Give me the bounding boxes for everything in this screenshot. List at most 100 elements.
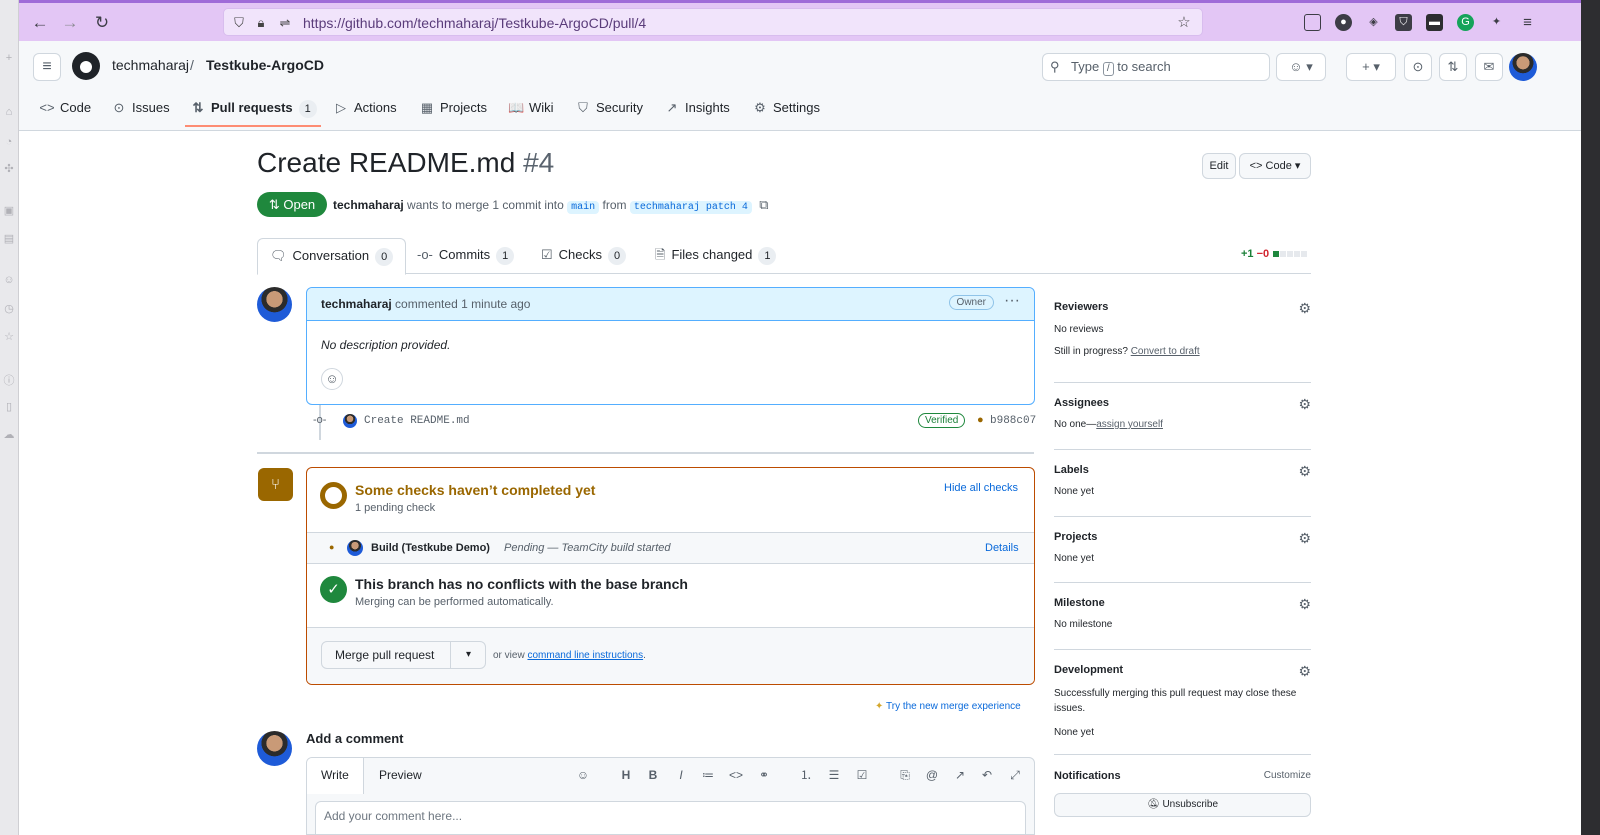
grammarly-icon[interactable]: G bbox=[1457, 14, 1474, 31]
labels-title[interactable]: Labels bbox=[1054, 464, 1089, 476]
code-icon[interactable]: <> bbox=[728, 767, 744, 783]
gear-icon[interactable]: ⚙ bbox=[1298, 463, 1311, 480]
pull-requests-icon[interactable]: ⇅ bbox=[1439, 53, 1467, 81]
create-new-button[interactable]: + ▾ bbox=[1346, 53, 1396, 81]
nav-issues[interactable]: ⊙ Issues bbox=[111, 96, 170, 132]
nav-settings[interactable]: ⚙ Settings bbox=[752, 96, 820, 132]
github-logo-icon[interactable] bbox=[72, 52, 100, 80]
dock-home-icon[interactable]: ⌂ bbox=[2, 106, 16, 120]
dock-card-icon[interactable]: ▤ bbox=[2, 232, 16, 246]
development-title[interactable]: Development bbox=[1054, 664, 1123, 676]
reference-icon[interactable]: ↗ bbox=[952, 767, 968, 783]
hamburger-menu-icon[interactable]: ≡ bbox=[33, 53, 61, 81]
commit-message[interactable]: Create README.md bbox=[364, 415, 470, 427]
bold-icon[interactable]: B bbox=[645, 767, 661, 783]
comment-time[interactable]: 1 minute ago bbox=[461, 297, 530, 311]
dock-cloud-icon[interactable]: ☁ bbox=[2, 428, 16, 442]
assignees-title[interactable]: Assignees bbox=[1054, 397, 1109, 409]
search-input[interactable]: ⚲ Type / to search bbox=[1042, 53, 1270, 81]
url-text[interactable]: https://github.com/techmaharaj/Testkube-… bbox=[303, 15, 646, 31]
repo-link[interactable]: Testkube-ArgoCD bbox=[206, 57, 324, 73]
user-avatar[interactable] bbox=[1509, 53, 1537, 81]
nav-insights[interactable]: ↗ Insights bbox=[664, 96, 730, 132]
task-list-icon[interactable]: ☑ bbox=[854, 767, 870, 783]
projects-title[interactable]: Projects bbox=[1054, 531, 1097, 543]
pr-author-link[interactable]: techmaharaj bbox=[333, 198, 404, 212]
write-tab[interactable]: Write bbox=[307, 758, 364, 794]
permissions-icon[interactable]: ⇌ bbox=[277, 15, 293, 31]
dock-camera-icon[interactable]: ▣ bbox=[2, 204, 16, 218]
nav-projects[interactable]: ▦ Projects bbox=[419, 96, 487, 132]
dock-people-icon[interactable]: ☺ bbox=[2, 274, 16, 288]
dock-bell-icon[interactable]: ◔ bbox=[2, 136, 16, 150]
issues-icon[interactable]: ⊙ bbox=[1404, 53, 1432, 81]
inbox-icon[interactable]: ✉ bbox=[1475, 53, 1503, 81]
menu-icon[interactable]: ≡ bbox=[1519, 14, 1536, 31]
commit-author-avatar[interactable] bbox=[343, 414, 357, 428]
comment-textarea[interactable]: Add your comment here... bbox=[315, 801, 1026, 834]
dock-nodes-icon[interactable]: ✣ bbox=[2, 162, 16, 176]
tab-files-changed[interactable]: 🗎 Files changed 1 bbox=[643, 238, 788, 274]
bookmark-star-icon[interactable]: ☆ bbox=[1176, 15, 1192, 31]
undo-icon[interactable]: ↶ bbox=[979, 767, 995, 783]
attach-icon[interactable]: ⎘ bbox=[897, 767, 913, 783]
nav-code[interactable]: <> Code bbox=[39, 96, 91, 132]
comment-author-avatar[interactable] bbox=[257, 287, 292, 322]
quote-icon[interactable]: ≔ bbox=[700, 767, 716, 783]
italic-icon[interactable]: I bbox=[673, 767, 689, 783]
dock-clock-icon[interactable]: ◷ bbox=[2, 302, 16, 316]
reload-icon[interactable]: ↻ bbox=[91, 12, 113, 34]
fullscreen-icon[interactable]: ⤢ bbox=[1007, 767, 1023, 783]
merge-options-chevron-icon[interactable]: ▾ bbox=[450, 642, 486, 668]
nav-wiki[interactable]: 📖 Wiki bbox=[508, 96, 554, 132]
try-new-merge-link[interactable]: Try the new merge experience bbox=[886, 701, 1021, 712]
head-branch[interactable]: techmaharaj patch 4 bbox=[629, 201, 752, 214]
gear-icon[interactable]: ⚙ bbox=[1298, 663, 1311, 680]
gear-icon[interactable]: ⚙ bbox=[1298, 530, 1311, 547]
reviewers-title[interactable]: Reviewers bbox=[1054, 301, 1108, 313]
code-dropdown-button[interactable]: <> Code ▾ bbox=[1239, 153, 1311, 179]
sidebar-icon[interactable] bbox=[1304, 14, 1321, 31]
try-new-merge[interactable]: ✦ Try the new merge experience bbox=[875, 701, 1021, 712]
unsubscribe-button[interactable]: 🔕︎ Unsubscribe bbox=[1054, 793, 1311, 817]
shield-icon[interactable]: ⛉ bbox=[231, 15, 247, 31]
bullet-list-icon[interactable]: ☰ bbox=[826, 767, 842, 783]
tab-checks[interactable]: ☑ Checks 0 bbox=[529, 238, 638, 274]
add-reaction-icon[interactable]: ☺ bbox=[321, 368, 343, 390]
comment-author[interactable]: techmaharaj bbox=[321, 297, 392, 311]
dock-info-icon[interactable]: ⓘ bbox=[2, 372, 16, 387]
address-bar[interactable]: ⛉ 🔒︎ ⇌ https://github.com/techmaharaj/Te… bbox=[223, 8, 1203, 36]
customize-link[interactable]: Customize bbox=[1264, 770, 1311, 781]
lock-icon[interactable]: 🔒︎ bbox=[253, 15, 269, 31]
nav-security[interactable]: ⛉ Security bbox=[575, 96, 643, 132]
heading-icon[interactable]: H bbox=[618, 767, 634, 783]
gear-icon[interactable]: ⚙ bbox=[1298, 396, 1311, 413]
gear-icon[interactable]: ⚙ bbox=[1298, 300, 1311, 317]
assign-yourself-link[interactable]: assign yourself bbox=[1096, 419, 1163, 430]
copy-icon[interactable]: ⧉ bbox=[759, 197, 768, 212]
back-icon[interactable]: ← bbox=[29, 12, 51, 34]
bitwarden-icon[interactable]: ⛉ bbox=[1395, 14, 1412, 31]
account-icon[interactable]: ● bbox=[1335, 14, 1352, 31]
mention-icon[interactable]: @ bbox=[924, 767, 940, 783]
milestone-title[interactable]: Milestone bbox=[1054, 597, 1105, 609]
command-line-instructions-link[interactable]: command line instructions bbox=[527, 650, 643, 661]
forward-icon[interactable]: → bbox=[59, 12, 81, 34]
extension-a-icon[interactable]: ◈ bbox=[1365, 14, 1382, 31]
tab-commits[interactable]: -o- Commits 1 bbox=[405, 238, 526, 274]
gear-icon[interactable]: ⚙ bbox=[1298, 596, 1311, 613]
copilot-icon[interactable]: ☺ bbox=[575, 767, 591, 783]
owner-link[interactable]: techmaharaj bbox=[112, 57, 189, 73]
kebab-menu-icon[interactable]: ··· bbox=[1004, 292, 1020, 310]
numbered-list-icon[interactable]: ⒈ bbox=[798, 767, 814, 783]
base-branch[interactable]: main bbox=[567, 201, 600, 214]
dock-doc-icon[interactable]: ▯ bbox=[2, 400, 16, 414]
details-link[interactable]: Details bbox=[985, 542, 1019, 554]
current-user-avatar[interactable] bbox=[257, 731, 292, 766]
extension-b-icon[interactable]: ▬ bbox=[1426, 14, 1443, 31]
nav-actions[interactable]: ▷ Actions bbox=[333, 96, 397, 132]
commit-sha[interactable]: b988c07 bbox=[990, 415, 1036, 427]
preview-tab[interactable]: Preview bbox=[365, 758, 436, 793]
merge-pull-request-button[interactable]: Merge pull request bbox=[335, 642, 434, 668]
link-icon[interactable]: ⚭ bbox=[756, 767, 772, 783]
